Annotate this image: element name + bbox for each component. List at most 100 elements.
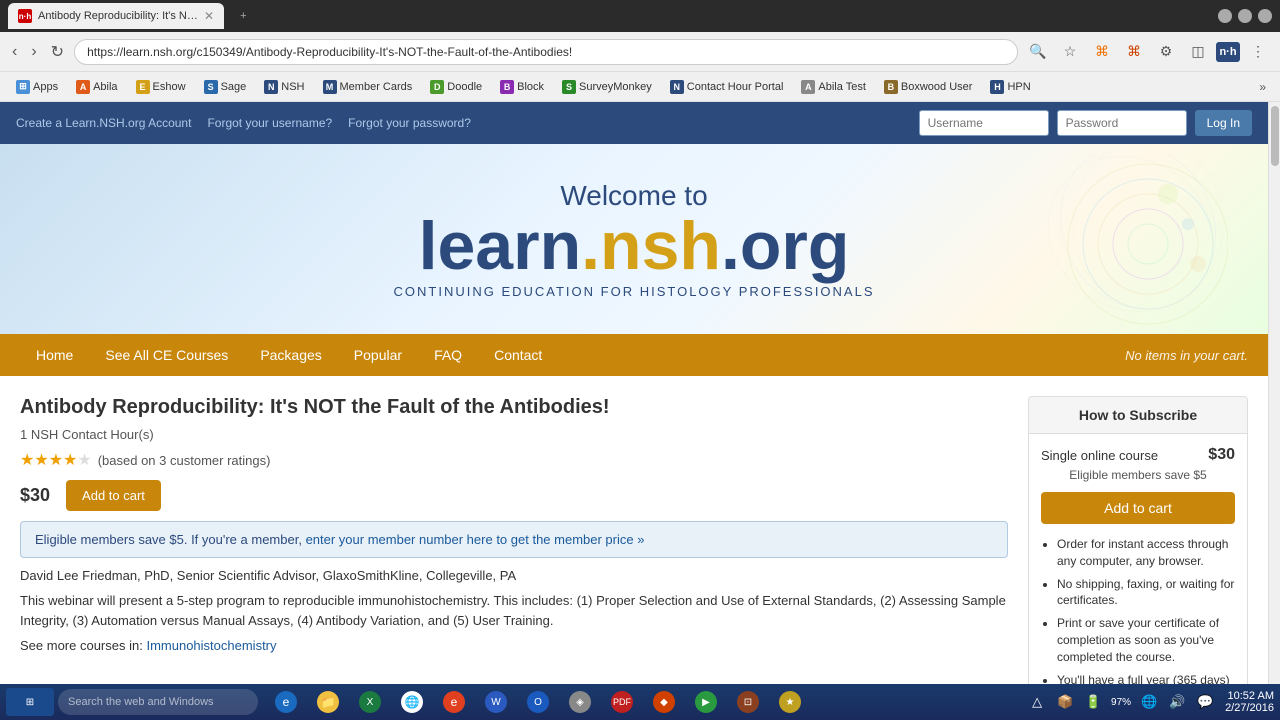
active-tab[interactable]: n·h Antibody Reproducibility: It's NO...…: [8, 3, 224, 29]
rss-icon[interactable]: ⌘: [1088, 38, 1116, 66]
back-button[interactable]: ‹: [8, 39, 21, 65]
bookmark-sage[interactable]: S Sage: [196, 77, 255, 97]
contact-hours: 1 NSH Contact Hour(s): [20, 427, 1008, 442]
hero-decoration: [1028, 154, 1228, 334]
login-button[interactable]: Log In: [1195, 110, 1252, 136]
taskbar-chrome[interactable]: 🌐: [392, 686, 432, 718]
add-to-cart-button[interactable]: Add to cart: [66, 480, 161, 511]
windows-logo: ⊞: [26, 697, 34, 708]
ie-icon: e: [275, 691, 297, 713]
hero-text: Welcome to learn.nsh.org CONTINUING EDUC…: [394, 180, 875, 299]
taskbar-notification[interactable]: 💬: [1193, 690, 1217, 714]
taskbar-up-arrow[interactable]: △: [1025, 690, 1049, 714]
password-input[interactable]: [1057, 110, 1187, 136]
bookmark-icon[interactable]: ☆: [1056, 38, 1084, 66]
nav-packages[interactable]: Packages: [244, 334, 337, 376]
username-input[interactable]: [919, 110, 1049, 136]
hero-dot1: .: [581, 208, 600, 284]
member-notice: Eligible members save $5. If you're a me…: [20, 521, 1008, 558]
rss-icon2[interactable]: ⌘: [1120, 38, 1148, 66]
see-more-link[interactable]: Immunohistochemistry: [146, 638, 276, 653]
bookmark-apps[interactable]: ⊞ Apps: [8, 77, 66, 97]
minimize-button[interactable]: ─: [1218, 9, 1232, 23]
close-button[interactable]: ✕: [1258, 9, 1272, 23]
bookmark-abila-test[interactable]: A Abila Test: [793, 77, 874, 97]
member-link[interactable]: enter your member number here to get the…: [306, 532, 645, 547]
time-display: 10:52 AM: [1225, 690, 1274, 702]
cart-text: No items in your cart.: [1125, 348, 1248, 363]
address-bar: ‹ › ↻ 🔍 ☆ ⌘ ⌘ ⚙ ◫ n·h ⋮: [0, 32, 1280, 72]
taskbar-file-explorer[interactable]: 📁: [308, 686, 348, 718]
taskbar-app9[interactable]: ◆: [644, 686, 684, 718]
benefit-2: No shipping, faxing, or waiting for cert…: [1057, 576, 1235, 610]
bookmark-contact-hour-portal[interactable]: N Contact Hour Portal: [662, 77, 792, 97]
bookmark-doodle[interactable]: D Doodle: [422, 77, 490, 97]
main-content: Create a Learn.NSH.org Account Forgot yo…: [0, 102, 1268, 720]
taskbar-dropbox[interactable]: 📦: [1053, 690, 1077, 714]
bookmark-surveymonkey[interactable]: S SurveyMonkey: [554, 77, 660, 97]
taskbar-network[interactable]: 🌐: [1137, 690, 1161, 714]
reload-button[interactable]: ↻: [47, 38, 68, 66]
forgot-password-link[interactable]: Forgot your password?: [348, 116, 471, 130]
taskbar-app7[interactable]: ◈: [560, 686, 600, 718]
nav-see-all-ce[interactable]: See All CE Courses: [89, 334, 244, 376]
bookmark-eshow[interactable]: E Eshow: [128, 77, 194, 97]
bookmark-block[interactable]: B Block: [492, 77, 552, 97]
url-input[interactable]: [74, 39, 1018, 65]
taskbar-pdf[interactable]: PDF: [602, 686, 642, 718]
taskbar-ie[interactable]: e: [266, 686, 306, 718]
taskbar-excel[interactable]: X: [350, 686, 390, 718]
course-description: This webinar will present a 5-step progr…: [20, 591, 1008, 630]
nav-contact[interactable]: Contact: [478, 334, 558, 376]
search-icon[interactable]: 🔍: [1024, 38, 1052, 66]
file-explorer-icon: 📁: [317, 691, 339, 713]
taskbar-app10[interactable]: ▶: [686, 686, 726, 718]
bookmark-boxwood-user[interactable]: B Boxwood User: [876, 77, 981, 97]
subscribe-add-cart-button[interactable]: Add to cart: [1041, 492, 1235, 524]
scrollbar[interactable]: [1268, 102, 1280, 720]
bookmark-member-cards[interactable]: M Member Cards: [315, 77, 421, 97]
subscribe-price-row: Single online course $30: [1041, 446, 1235, 464]
forgot-username-link[interactable]: Forgot your username?: [207, 116, 332, 130]
bookmark-abila[interactable]: A Abila: [68, 77, 125, 97]
nav-faq[interactable]: FAQ: [418, 334, 478, 376]
taskbar-system-icons: △ 📦 🔋 97% 🌐 🔊 💬: [1025, 690, 1217, 714]
star-5: ★: [77, 450, 91, 470]
maximize-button[interactable]: □: [1238, 9, 1252, 23]
hero-org-part: org: [740, 208, 850, 284]
subscribe-price: $30: [1208, 446, 1235, 464]
window-controls: ─ □ ✕: [1218, 9, 1272, 23]
app11-icon: ⊡: [737, 691, 759, 713]
star-3: ★: [49, 450, 63, 470]
taskbar-outlook[interactable]: O: [518, 686, 558, 718]
taskbar-volume[interactable]: 🔊: [1165, 690, 1189, 714]
new-tab-button[interactable]: +: [230, 3, 260, 29]
user-icon[interactable]: n·h: [1216, 42, 1240, 62]
taskbar-search-input[interactable]: [58, 689, 258, 715]
save-message: Eligible members save $5: [1041, 468, 1235, 482]
app10-icon: ▶: [695, 691, 717, 713]
settings-icon[interactable]: ⚙: [1152, 38, 1180, 66]
taskbar-battery-icon[interactable]: 🔋: [1081, 690, 1105, 714]
taskbar-word[interactable]: W: [476, 686, 516, 718]
bookmark-hpn[interactable]: H HPN: [982, 77, 1038, 97]
more-bookmarks-button[interactable]: »: [1253, 77, 1272, 97]
taskbar-browser2[interactable]: e: [434, 686, 474, 718]
taskbar-app12[interactable]: ★: [770, 686, 810, 718]
tab-close-button[interactable]: ✕: [204, 9, 214, 23]
nav-popular[interactable]: Popular: [338, 334, 418, 376]
word-icon: W: [485, 691, 507, 713]
nav-home[interactable]: Home: [20, 334, 89, 376]
forward-button[interactable]: ›: [27, 39, 40, 65]
create-account-link[interactable]: Create a Learn.NSH.org Account: [16, 116, 191, 130]
taskbar-app11[interactable]: ⊡: [728, 686, 768, 718]
app7-icon: ◈: [569, 691, 591, 713]
extensions-icon[interactable]: ◫: [1184, 38, 1212, 66]
new-tab-icon: +: [240, 10, 246, 22]
start-button[interactable]: ⊞: [6, 688, 54, 716]
see-more-row: See more courses in: Immunohistochemistr…: [20, 638, 1008, 653]
menu-icon[interactable]: ⋮: [1244, 38, 1272, 66]
bookmark-nsh[interactable]: N NSH: [256, 77, 312, 97]
scroll-thumb[interactable]: [1271, 106, 1279, 166]
hero-logo: learn.nsh.org: [394, 212, 875, 280]
